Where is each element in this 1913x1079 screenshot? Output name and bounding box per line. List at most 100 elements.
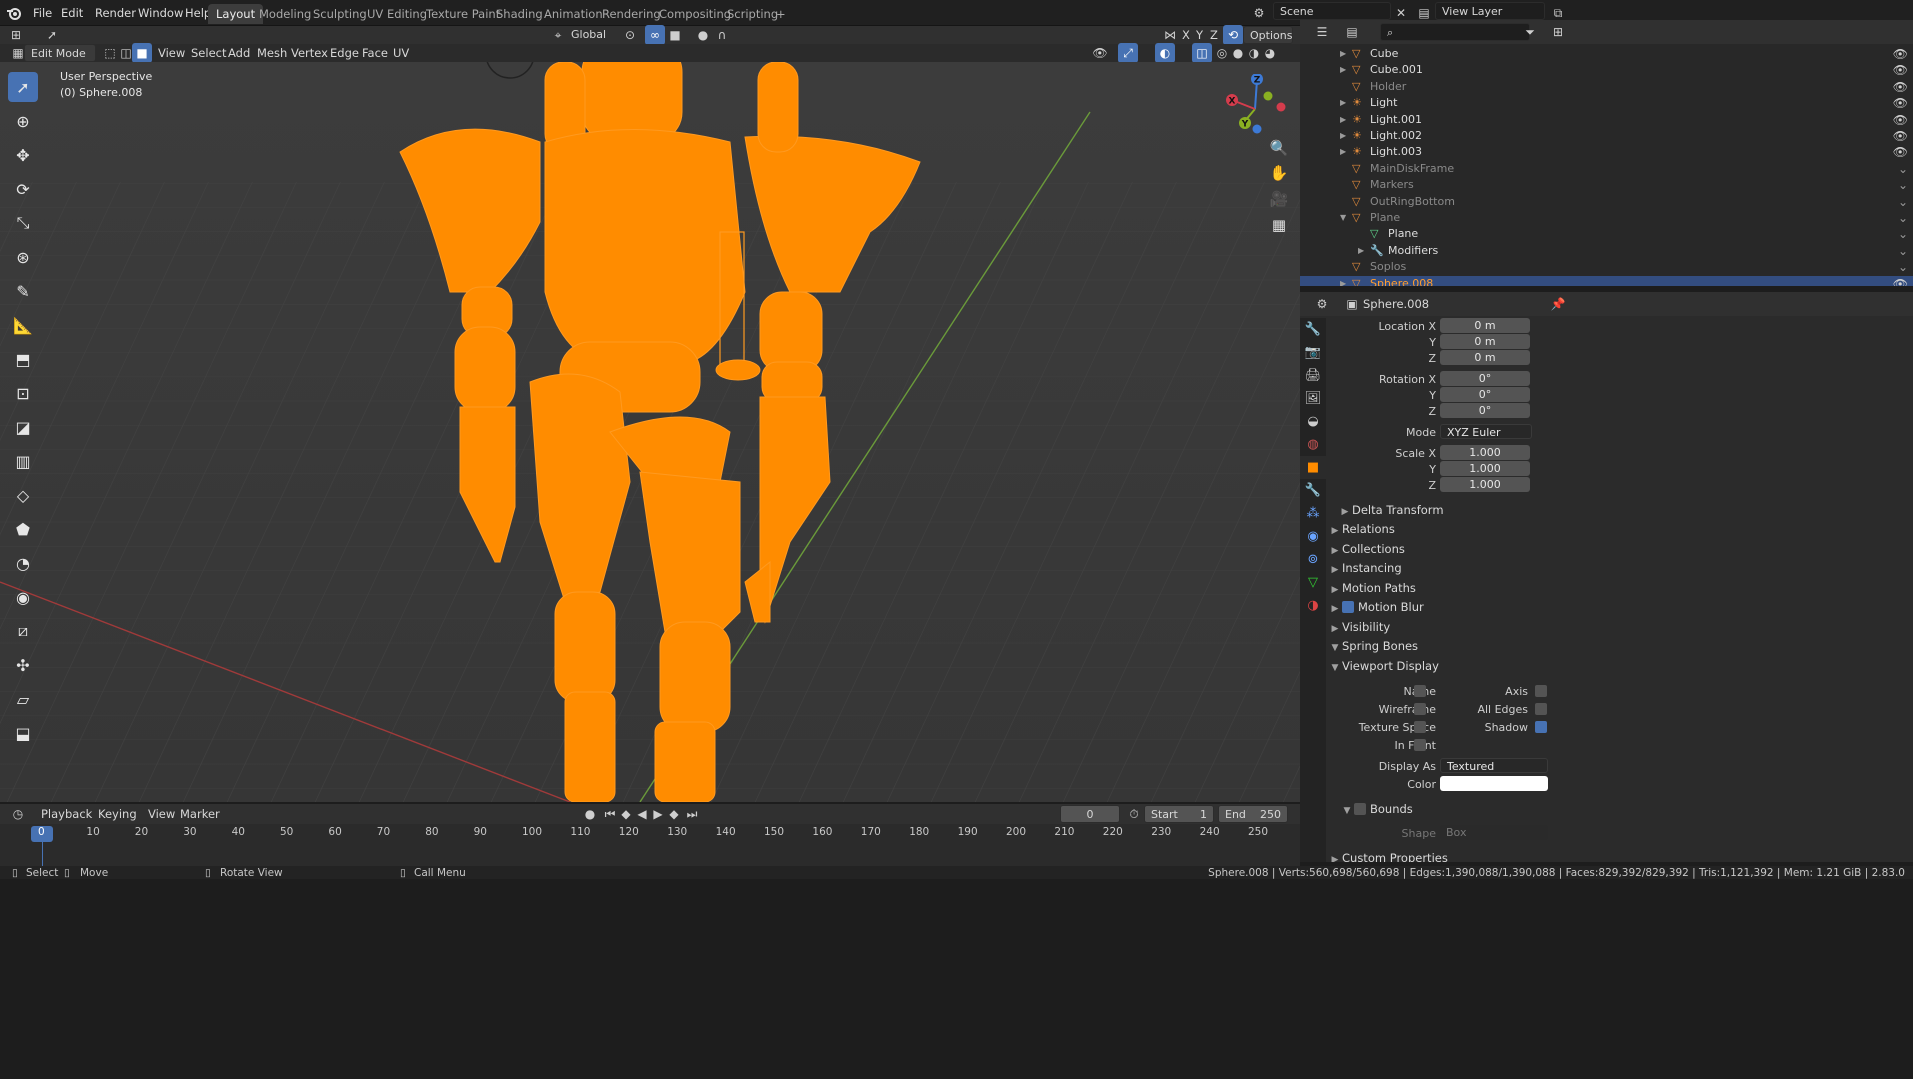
outliner-item[interactable]: ▶ ☀ Light.003 👁: [1300, 144, 1913, 160]
collapse-chevron-icon[interactable]: ⌄: [1898, 259, 1908, 275]
filter-icon[interactable]: ⏷: [1520, 22, 1540, 42]
move-tool-icon[interactable]: ✥: [8, 140, 38, 170]
rotation-z-field[interactable]: 0°: [1440, 403, 1530, 418]
pivot-icon[interactable]: ⊙: [620, 25, 640, 45]
snap-icon[interactable]: ∞: [645, 25, 665, 45]
scale-x-field[interactable]: 1.000: [1440, 445, 1530, 460]
view-layer-tab-icon[interactable]: 🖼: [1300, 387, 1326, 410]
auto-merge-icon[interactable]: ⟲: [1223, 25, 1243, 45]
new-collection-icon[interactable]: ⊞: [1548, 22, 1568, 42]
display-mode-icon[interactable]: ▤: [1342, 22, 1362, 42]
delta-transform-subpanel[interactable]: ▶ Delta Transform: [1338, 501, 1913, 520]
render-tab-icon[interactable]: 📷: [1300, 341, 1326, 364]
spring-bones-panel[interactable]: ▼ Spring Bones: [1328, 637, 1913, 656]
timeline-area[interactable]: 0 10 20 30 40 50 60 70 80 90 100 110 120 130 140 150 160…: [0, 824, 1300, 866]
visibility-eye-icon[interactable]: 👁: [1893, 79, 1908, 95]
menu-edit[interactable]: Edit: [54, 0, 90, 26]
outliner-item[interactable]: ▶ ☀ Light.002 👁: [1300, 128, 1913, 144]
vd-display-as-dropdown[interactable]: Textured: [1440, 758, 1548, 773]
keying-menu[interactable]: Keying: [93, 804, 142, 824]
vd-axis-checkbox[interactable]: [1535, 685, 1547, 697]
expand-arrow-icon[interactable]: ▶: [1340, 46, 1346, 62]
menu-view[interactable]: View: [153, 43, 190, 63]
collapse-arrow-icon[interactable]: ▼: [1340, 210, 1346, 226]
location-z-field[interactable]: 0 m: [1440, 350, 1530, 365]
collapse-chevron-icon[interactable]: ⌄: [1898, 161, 1908, 177]
location-y-field[interactable]: 0 m: [1440, 334, 1530, 349]
start-frame-field[interactable]: Start 1: [1144, 805, 1214, 823]
rotation-y-field[interactable]: 0°: [1440, 387, 1530, 402]
vd-in-front-checkbox[interactable]: [1414, 739, 1426, 751]
material-tab-icon[interactable]: ◑: [1300, 594, 1326, 617]
vd-shadow-checkbox[interactable]: [1535, 721, 1547, 733]
expand-arrow-icon[interactable]: ▶: [1340, 128, 1346, 144]
edge-slide-tool-icon[interactable]: ⧄: [8, 616, 38, 646]
motion-blur-checkbox[interactable]: [1342, 601, 1354, 613]
outliner-item[interactable]: ▼ ▽ Plane ⌄: [1300, 210, 1913, 226]
viewport-display-panel[interactable]: ▼ Viewport Display: [1328, 657, 1913, 676]
rotation-mode-dropdown[interactable]: XYZ Euler: [1440, 424, 1532, 439]
smooth-tool-icon[interactable]: ◉: [8, 582, 38, 612]
scene-tab-icon[interactable]: ◒: [1300, 410, 1326, 433]
snap-target-icon[interactable]: ■: [665, 25, 685, 45]
pan-hand-icon[interactable]: ✋: [1266, 160, 1292, 186]
outliner-item[interactable]: ▽ OutRingBottom ⌄: [1300, 194, 1913, 210]
vd-wireframe-checkbox[interactable]: [1414, 703, 1426, 715]
properties-editor-icon[interactable]: ⚙: [1312, 294, 1332, 314]
vd-texture-space-checkbox[interactable]: [1414, 721, 1426, 733]
expand-arrow-icon[interactable]: ▶: [1340, 276, 1346, 286]
outliner-item[interactable]: ▽ Markers ⌄: [1300, 177, 1913, 193]
jump-end-icon[interactable]: ⏭: [682, 804, 702, 824]
outliner-item[interactable]: ▶ ▽ Cube.001 👁: [1300, 62, 1913, 78]
outliner-item[interactable]: ▽ MainDiskFrame ⌄: [1300, 161, 1913, 177]
bounds-checkbox[interactable]: [1354, 803, 1366, 815]
outliner-item[interactable]: ▽ Holder 👁: [1300, 79, 1913, 95]
blender-logo-icon[interactable]: [6, 5, 22, 21]
next-keyframe-icon[interactable]: ◆: [664, 804, 684, 824]
vd-name-checkbox[interactable]: [1414, 685, 1426, 697]
collections-panel[interactable]: ▶ Collections: [1328, 540, 1913, 559]
relations-panel[interactable]: ▶ Relations: [1328, 520, 1913, 539]
object-tab-icon[interactable]: ■: [1300, 456, 1326, 479]
instancing-panel[interactable]: ▶ Instancing: [1328, 559, 1913, 578]
vd-all-edges-checkbox[interactable]: [1535, 703, 1547, 715]
collapse-chevron-icon[interactable]: ⌄: [1898, 194, 1908, 210]
location-x-field[interactable]: 0 m: [1440, 318, 1530, 333]
expand-arrow-icon[interactable]: ▶: [1340, 144, 1346, 160]
marker-menu[interactable]: Marker: [175, 804, 225, 824]
vd-color-swatch[interactable]: [1440, 776, 1548, 791]
modifier-tab-icon[interactable]: 🔧: [1300, 479, 1326, 502]
output-tab-icon[interactable]: 🖨: [1300, 364, 1326, 387]
current-frame-field[interactable]: 0: [1060, 805, 1120, 823]
shear-tool-icon[interactable]: ▱: [8, 684, 38, 714]
outliner-item[interactable]: ▶ ▽ Cube 👁: [1300, 46, 1913, 62]
visibility-eye-icon[interactable]: 👁: [1893, 95, 1908, 111]
proportional-icon[interactable]: ●: [693, 25, 713, 45]
constraints-tab-icon[interactable]: ⊚: [1300, 548, 1326, 571]
tool-tab-icon[interactable]: 🔧: [1300, 318, 1326, 341]
gizmo-icon[interactable]: ⤢: [1118, 43, 1138, 63]
poly-build-tool-icon[interactable]: ⬟: [8, 514, 38, 544]
face-select-icon[interactable]: ■: [132, 43, 152, 63]
bevel-tool-icon[interactable]: ◪: [8, 412, 38, 442]
axis-z-toggle[interactable]: Z: [1205, 25, 1223, 45]
visibility-eye-icon[interactable]: 👁: [1893, 62, 1908, 78]
outliner-editor-icon[interactable]: ☰: [1312, 22, 1332, 42]
particles-tab-icon[interactable]: ⁂: [1300, 502, 1326, 525]
expand-arrow-icon[interactable]: ▶: [1340, 95, 1346, 111]
collapse-chevron-icon[interactable]: ⌄: [1898, 243, 1908, 259]
loop-cut-tool-icon[interactable]: ▥: [8, 446, 38, 476]
editor-type-icon[interactable]: ⊞: [6, 25, 26, 45]
scene-icon[interactable]: ⚙: [1249, 3, 1269, 23]
annotate-tool-icon[interactable]: ✎: [8, 276, 38, 306]
tool-cursor-icon[interactable]: ➚: [42, 25, 62, 45]
outliner-item[interactable]: ▶ ☀ Light 👁: [1300, 95, 1913, 111]
view-layer-field[interactable]: View Layer: [1435, 2, 1545, 20]
visibility-panel[interactable]: ▶ Visibility: [1328, 618, 1913, 637]
visibility-icon[interactable]: 👁: [1090, 43, 1110, 63]
extrude-tool-icon[interactable]: ⬒: [8, 344, 38, 374]
motion-paths-panel[interactable]: ▶ Motion Paths: [1328, 579, 1913, 598]
outliner-search-input[interactable]: ⌕: [1380, 23, 1530, 41]
inset-tool-icon[interactable]: ⊡: [8, 378, 38, 408]
visibility-eye-icon[interactable]: 👁: [1893, 112, 1908, 128]
